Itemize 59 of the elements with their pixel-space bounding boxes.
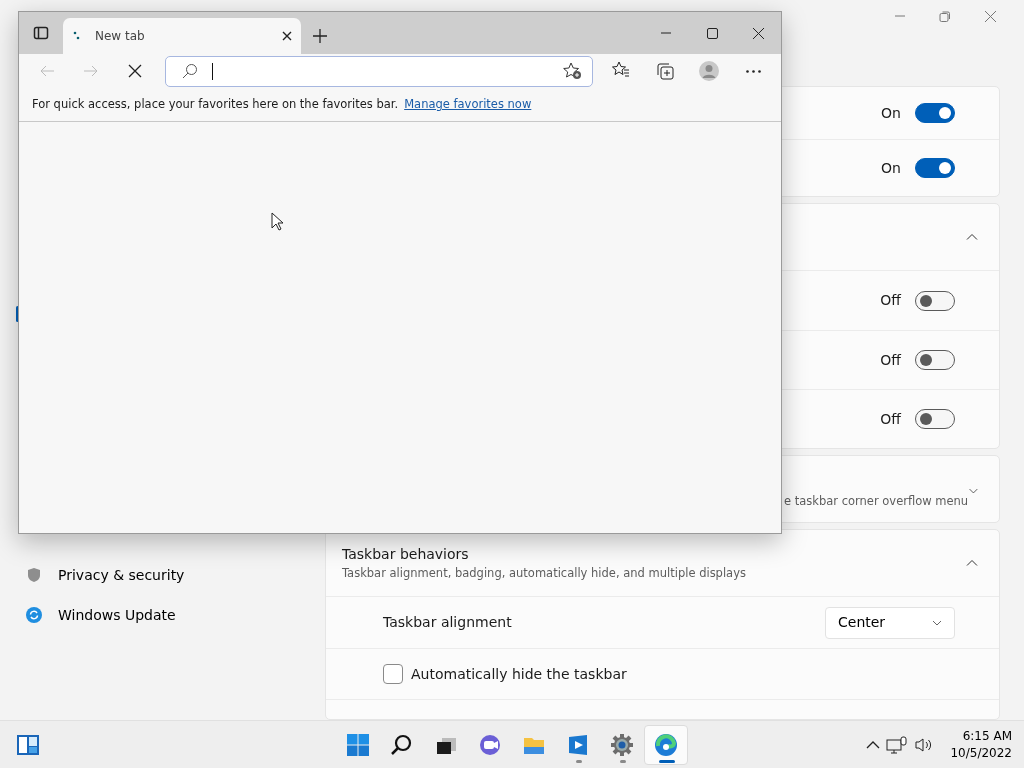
sync-icon [26,607,42,623]
collections-icon [655,61,675,81]
more-icon [745,69,761,73]
tab-title: New tab [95,28,146,45]
plus-icon [312,28,328,44]
shield-icon [26,567,42,583]
running-indicator [620,759,626,763]
toggle-state-label: On [881,103,901,123]
checkbox[interactable] [383,664,403,684]
chevron-down-icon [932,619,942,626]
stop-icon [127,63,143,79]
maximize-icon [704,25,720,41]
checkbox-label: Automatically hide the taskbar [411,664,627,684]
text-cursor [212,62,213,80]
toggle-state-label: Off [880,350,901,370]
forward-arrow-icon [83,63,99,79]
profile-icon [699,61,719,81]
toggle-switch[interactable] [915,103,955,123]
running-indicator [659,759,675,763]
section-subtitle: Taskbar alignment, badging, automatically hide, and multiple displays [342,564,746,582]
gear-icon [610,732,634,757]
alignment-dropdown[interactable]: Center [825,606,955,639]
close-icon[interactable] [281,30,293,42]
chat-icon [478,732,502,757]
network-icon[interactable] [886,735,909,754]
windows-logo-icon [346,732,370,757]
toggle-switch[interactable] [915,290,955,311]
mouse-pointer-icon [271,212,285,232]
restore-icon [937,9,952,23]
edge-browser-icon [654,732,678,757]
toggle-state-label: On [881,158,901,178]
favorites-bar-message: For quick access, place your favorites here on the favorites bar. [32,95,399,113]
toggle-state-label: Off [880,291,901,310]
nav-item[interactable]: Privacy & security [16,555,306,595]
close-icon [750,25,766,41]
toggle-switch[interactable] [915,409,955,429]
widgets-icon[interactable] [16,732,40,757]
back-arrow-icon [39,63,55,79]
media-player-icon [566,732,590,757]
tab-actions-icon [33,25,49,41]
taskbar-app-button[interactable] [644,724,688,765]
nav-item[interactable]: Windows Update [16,595,306,635]
manage-favorites-link[interactable]: Manage favorites now [404,95,532,114]
close-icon [982,9,997,23]
toggle-state-label: Off [880,409,901,429]
chevron-up-icon[interactable] [866,739,881,750]
add-favorite-icon[interactable] [562,62,582,80]
section-subtitle: e taskbar corner overflow menu [784,492,969,510]
loading-icon [73,31,81,41]
section-title: Taskbar behaviors [342,544,470,564]
setting-label: Taskbar alignment [383,613,512,632]
toggle-switch[interactable] [915,158,955,178]
clock[interactable]: 6:15 AM 10/5/2022 [950,728,1012,761]
search-icon [182,63,198,79]
search-icon [390,732,414,757]
running-indicator [576,759,582,763]
minimize-icon [661,32,671,34]
browser-tab[interactable]: New tab [63,18,301,54]
toggle-switch[interactable] [915,350,955,370]
